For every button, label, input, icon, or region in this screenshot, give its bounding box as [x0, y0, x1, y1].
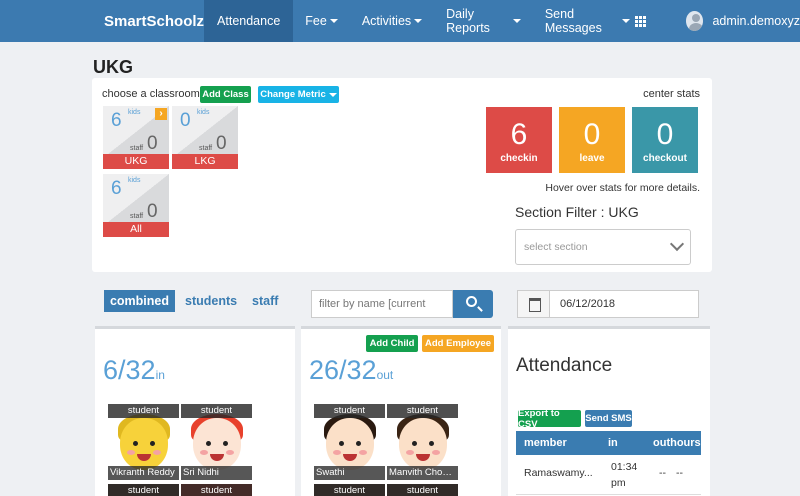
staff-count: 0: [216, 133, 227, 154]
person-tile[interactable]: student Swathi: [314, 404, 385, 480]
kids-label: kids: [128, 109, 141, 116]
tab-students[interactable]: students: [185, 294, 237, 308]
kids-label: kids: [197, 109, 210, 116]
chevron-down-icon: [669, 236, 685, 252]
staff-count: 0: [147, 201, 158, 222]
add-child-button[interactable]: Add Child: [366, 335, 418, 352]
classroom-card-lkg[interactable]: 0 kids staff 0 LKG: [172, 106, 238, 169]
tab-staff[interactable]: staff: [252, 294, 278, 308]
nav-attendance[interactable]: Attendance: [204, 0, 294, 42]
person-tile[interactable]: student: [181, 484, 252, 496]
tab-combined[interactable]: combined: [104, 290, 175, 312]
table-header: member in outhours: [516, 431, 701, 455]
kids-count: 6: [111, 110, 122, 131]
staff-label: staff: [130, 145, 144, 152]
classroom-name: All: [103, 222, 169, 237]
page-title: UKG: [93, 57, 133, 77]
checked-out-count: 26/32out: [309, 355, 394, 385]
kids-count: 6: [111, 178, 122, 199]
navbar: SmartSchoolz Attendance Fee Activities D…: [0, 0, 800, 42]
date-picker[interactable]: 06/12/2018: [517, 290, 699, 318]
checked-out-card: Add Child Add Employee 26/32out student …: [301, 326, 501, 496]
attendance-table: member in outhours Ramaswamy... 01:34 pm…: [516, 431, 701, 495]
classroom-name: LKG: [172, 154, 238, 169]
change-metric-button[interactable]: Change Metric: [258, 86, 339, 103]
search-icon: [466, 296, 477, 307]
person-tile[interactable]: student: [387, 484, 458, 496]
date-value: 06/12/2018: [560, 298, 616, 310]
classroom-panel: choose a classroom Add Class Change Metr…: [92, 78, 712, 272]
person-tile[interactable]: student Vikranth Reddy: [108, 404, 179, 480]
caret-down-icon: [328, 92, 337, 97]
classroom-card-ukg[interactable]: 6 kids staff 0 › UKG: [103, 106, 169, 169]
user-avatar-icon[interactable]: [686, 11, 704, 31]
stat-checkout[interactable]: 0 checkout: [632, 107, 698, 173]
add-class-button[interactable]: Add Class: [200, 86, 251, 103]
nav-activities[interactable]: Activities: [350, 0, 434, 42]
search-button[interactable]: [453, 290, 493, 318]
chevron-right-icon[interactable]: ›: [155, 108, 167, 120]
nav-send-messages[interactable]: Send Messages: [533, 0, 658, 42]
staff-count: 0: [147, 133, 158, 154]
export-csv-button[interactable]: Export to CSV: [518, 408, 581, 430]
attendance-title: Attendance: [516, 355, 613, 376]
send-sms-button[interactable]: Send SMS: [585, 410, 632, 427]
table-row[interactable]: Ramaswamy... 01:34 pm -- --: [516, 455, 701, 495]
caret-down-icon: [512, 19, 521, 23]
staff-label: staff: [130, 213, 144, 220]
staff-label: staff: [199, 145, 213, 152]
apps-grid-icon[interactable]: [635, 15, 647, 27]
hover-note: Hover over stats for more details.: [545, 182, 700, 194]
choose-classroom-label: choose a classroom: [102, 88, 200, 100]
checked-in-count: 6/32in: [103, 355, 165, 385]
stat-leave[interactable]: 0 leave: [559, 107, 625, 173]
kids-count: 0: [180, 110, 191, 131]
caret-down-icon: [414, 19, 423, 23]
person-tile[interactable]: student: [108, 484, 179, 496]
add-employee-button[interactable]: Add Employee: [422, 335, 494, 352]
classroom-card-all[interactable]: 6 kids staff 0 All: [103, 174, 169, 237]
person-tile[interactable]: student Manvith Chowdary: [387, 404, 458, 480]
attendance-card: Attendance Export to CSV Send SMS member…: [508, 326, 710, 496]
section-select[interactable]: select section: [515, 229, 691, 265]
section-filter-label: Section Filter : UKG: [515, 204, 639, 220]
caret-down-icon: [329, 19, 338, 23]
calendar-icon[interactable]: [518, 291, 550, 317]
user-menu[interactable]: admin.demoxyz: [712, 14, 800, 28]
stat-checkin[interactable]: 6 checkin: [486, 107, 552, 173]
center-stats-label: center stats: [643, 88, 700, 100]
filter-name-input[interactable]: filter by name [current: [311, 290, 453, 318]
classroom-name: UKG: [103, 154, 169, 169]
caret-down-icon: [622, 19, 631, 23]
brand-logo[interactable]: SmartSchoolz: [104, 13, 204, 30]
checked-in-card: 6/32in student Vikranth Reddy student Sr…: [95, 326, 295, 496]
nav-daily-reports[interactable]: Daily Reports: [434, 0, 533, 42]
nav-fee[interactable]: Fee: [293, 0, 350, 42]
person-tile[interactable]: student Sri Nidhi: [181, 404, 252, 480]
kids-label: kids: [128, 177, 141, 184]
person-tile[interactable]: student: [314, 484, 385, 496]
